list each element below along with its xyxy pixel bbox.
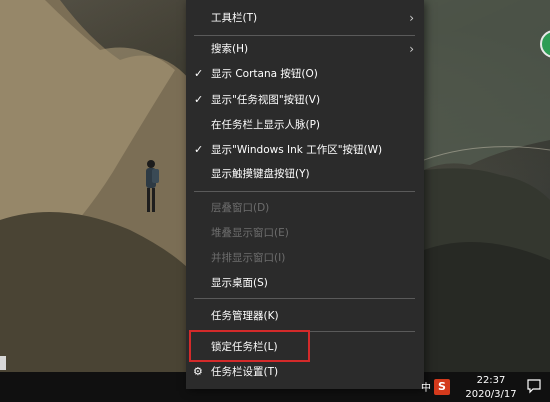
checkmark-icon: ✓ — [194, 143, 204, 156]
menu-item-label: 层叠窗口(D) — [211, 202, 270, 214]
menu-separator — [194, 298, 415, 299]
input-mode-icon[interactable]: 中 — [421, 379, 431, 394]
menu-item-label: 显示桌面(S) — [211, 277, 268, 289]
menu-item-label: 任务栏设置(T) — [211, 366, 279, 378]
menu-item-search[interactable]: 搜索(H) › — [186, 37, 424, 61]
action-center-icon[interactable] — [526, 378, 542, 394]
menu-item-stack-windows: 堆叠显示窗口(E) — [186, 221, 424, 245]
checkmark-icon: ✓ — [194, 93, 204, 106]
taskbar-clock[interactable]: 22:37 2020/3/17 — [462, 372, 520, 402]
menu-item-task-manager[interactable]: 任务管理器(K) — [186, 304, 424, 328]
menu-item-show-task-view[interactable]: ✓ 显示"任务视图"按钮(V) — [186, 88, 424, 112]
chevron-right-icon: › — [409, 11, 414, 25]
menu-item-label: 任务管理器(K) — [211, 310, 279, 322]
lock-taskbar-highlight — [189, 330, 310, 362]
menu-item-taskbar-settings[interactable]: ⚙ 任务栏设置(T) — [186, 360, 424, 384]
clock-date: 2020/3/17 — [465, 389, 517, 400]
menu-item-side-by-side-windows: 并排显示窗口(I) — [186, 246, 424, 270]
chevron-right-icon: › — [409, 42, 414, 56]
hiker-figure — [146, 160, 159, 212]
menu-separator — [194, 191, 415, 192]
menu-separator — [194, 35, 415, 36]
menu-item-show-people[interactable]: 在任务栏上显示人脉(P) — [186, 113, 424, 137]
checkmark-icon: ✓ — [194, 67, 204, 80]
menu-item-cascade-windows: 层叠窗口(D) — [186, 196, 424, 220]
menu-item-label: 并排显示窗口(I) — [211, 252, 286, 264]
menu-item-label: 显示 Cortana 按钮(O) — [211, 68, 318, 80]
menu-item-label: 显示触摸键盘按钮(Y) — [211, 168, 310, 180]
menu-item-label: 搜索(H) — [211, 43, 249, 55]
menu-item-label: 工具栏(T) — [211, 12, 258, 24]
menu-item-show-touch-keyboard[interactable]: 显示触摸键盘按钮(Y) — [186, 162, 424, 186]
menu-item-label: 堆叠显示窗口(E) — [211, 227, 289, 239]
gear-icon: ⚙ — [193, 365, 203, 378]
menu-item-label: 显示"Windows Ink 工作区"按钮(W) — [211, 144, 383, 156]
sogou-ime-icon[interactable]: S — [434, 379, 450, 395]
menu-item-toolbars[interactable]: 工具栏(T) › — [186, 6, 424, 30]
menu-item-label: 在任务栏上显示人脉(P) — [211, 119, 321, 131]
menu-item-show-windows-ink[interactable]: ✓ 显示"Windows Ink 工作区"按钮(W) — [186, 138, 424, 162]
menu-item-show-cortana[interactable]: ✓ 显示 Cortana 按钮(O) — [186, 62, 424, 86]
clock-time: 22:37 — [476, 375, 506, 386]
window-edge — [0, 356, 6, 370]
menu-item-label: 显示"任务视图"按钮(V) — [211, 94, 321, 106]
menu-item-show-desktop[interactable]: 显示桌面(S) — [186, 271, 424, 295]
